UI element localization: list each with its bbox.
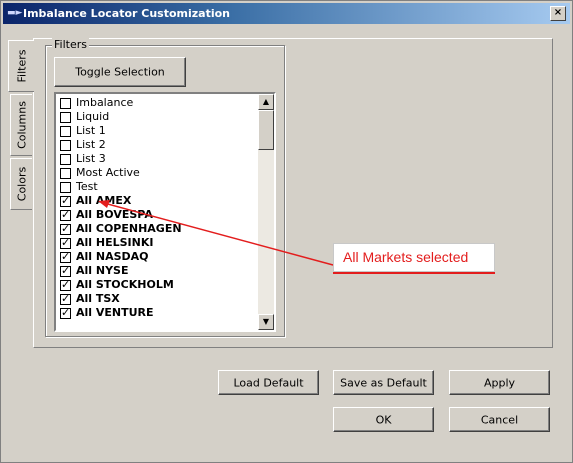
load-default-button[interactable]: Load Default xyxy=(218,370,319,395)
ok-label: OK xyxy=(375,413,392,426)
tab-filters-label: Filters xyxy=(15,49,28,83)
save-as-default-button[interactable]: Save as Default xyxy=(333,370,434,395)
annotation-underline xyxy=(333,272,495,274)
tab-filters[interactable]: Filters xyxy=(8,40,34,92)
apply-label: Apply xyxy=(483,376,516,389)
annotation-callout: All Markets selected xyxy=(333,243,495,272)
save-as-default-label: Save as Default xyxy=(340,376,427,389)
apply-button[interactable]: Apply xyxy=(449,370,550,395)
annotation-text: All Markets selected xyxy=(343,249,469,265)
cancel-label: Cancel xyxy=(480,413,519,426)
ok-button[interactable]: OK xyxy=(333,407,434,432)
arrow-line xyxy=(103,202,334,266)
cancel-button[interactable]: Cancel xyxy=(449,407,550,432)
arrow-head xyxy=(98,200,110,208)
load-default-label: Load Default xyxy=(233,376,304,389)
